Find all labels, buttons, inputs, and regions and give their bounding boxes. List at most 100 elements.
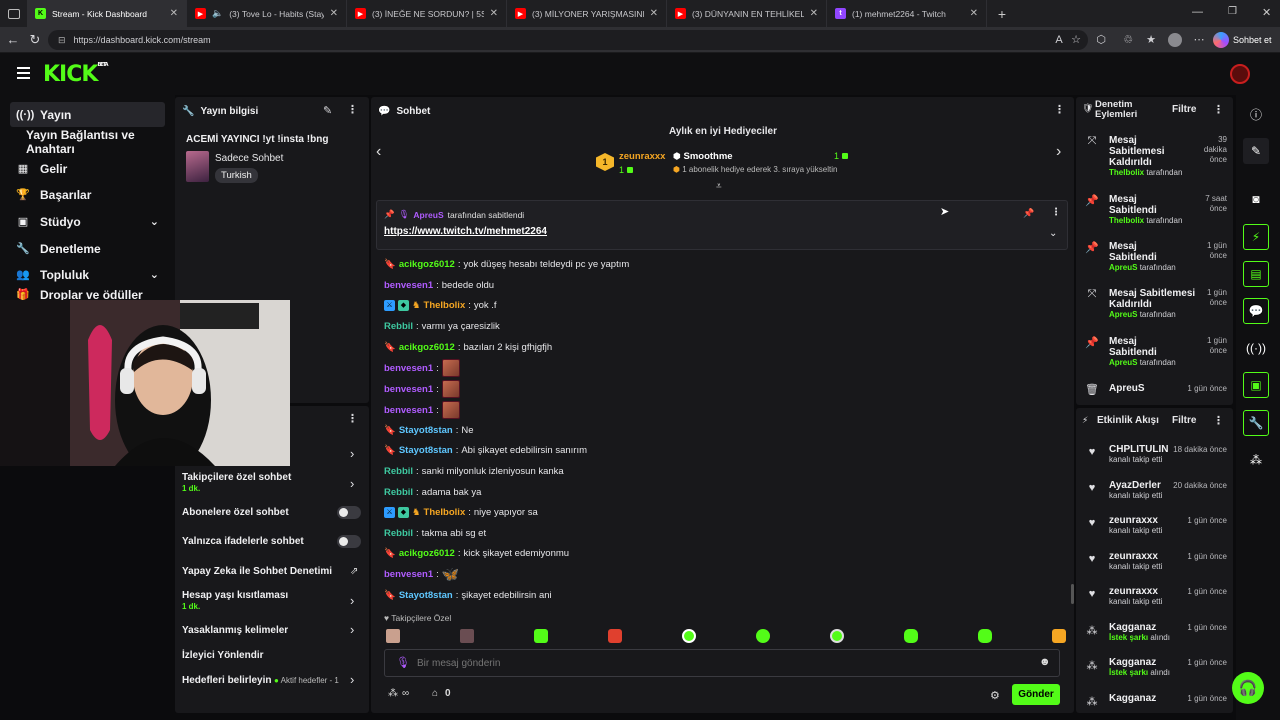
support-headset-button[interactable]: 🎧 <box>1232 672 1264 704</box>
close-tab-icon[interactable]: ✕ <box>490 8 498 19</box>
emote-icon[interactable] <box>756 629 770 643</box>
tab-actions-icon[interactable] <box>0 0 27 27</box>
new-tab-icon[interactable]: + <box>987 0 1017 27</box>
account-age-setting[interactable]: Hesap yaşı kısıtlaması 1 dk. <box>182 590 288 611</box>
more-options-icon[interactable]: ⋮ <box>347 412 358 425</box>
broadcast-signal-icon[interactable]: ((·)) <box>1243 335 1269 361</box>
tab-youtube-2[interactable]: ▶ (3) İNEĞE NE SORDUN? | 5Sriders ✕ <box>347 0 507 27</box>
external-link-icon[interactable]: ⇗ <box>350 566 358 577</box>
send-button[interactable]: Gönder <box>1012 684 1060 705</box>
emote-icon[interactable] <box>904 629 918 643</box>
minimize-icon[interactable]: — <box>1192 6 1203 18</box>
nav-item-studyo[interactable]: ▣ Stüdyo ⌄ <box>10 209 165 234</box>
chat-scrollbar[interactable] <box>1071 584 1074 604</box>
nav-item-basarilar[interactable]: 🏆 Başarılar <box>10 182 165 207</box>
close-tab-icon[interactable]: ✕ <box>810 8 818 19</box>
channel-points[interactable]: ⁂ ∞ <box>388 688 409 699</box>
store-button[interactable]: ⌂ 0 <box>432 688 451 699</box>
gifter1-name[interactable]: zeunraxxx <box>619 151 665 162</box>
viewer-redirect-setting[interactable]: İzleyici Yönlendir <box>182 650 264 661</box>
chevron-right-icon[interactable]: › <box>350 446 354 461</box>
chat-icon[interactable]: 💬 <box>1243 298 1269 324</box>
more-menu-icon[interactable]: ⋯ <box>1192 33 1206 47</box>
document-icon[interactable]: ▤ <box>1243 261 1269 287</box>
pinned-more-icon[interactable]: ⋮ <box>1051 207 1061 218</box>
emote-icon[interactable] <box>608 629 622 643</box>
ai-moderation-setting[interactable]: Yapay Zeka ile Sohbet Denetimi <box>182 566 332 577</box>
close-window-icon[interactable]: ✕ <box>1262 6 1271 19</box>
edit-icon[interactable]: ✎ <box>323 104 332 117</box>
nav-item-stream-key[interactable]: Yayın Bağlantısı ve Anahtarı <box>20 128 175 156</box>
emote-icon[interactable] <box>386 629 400 643</box>
more-options-icon[interactable]: ⋮ <box>347 103 358 116</box>
expand-chevron-icon[interactable]: ⌄ <box>1049 228 1057 239</box>
close-tab-icon[interactable]: ✕ <box>330 8 338 19</box>
emote-icon[interactable] <box>830 629 844 643</box>
info-icon[interactable]: ⓘ <box>1243 101 1269 127</box>
activity-filter-button[interactable]: Filtre <box>1172 415 1196 426</box>
followers-only-setting[interactable]: Takipçilere özel sohbet 1 dk. <box>182 472 291 493</box>
url-field[interactable]: ⊟ https://dashboard.kick.com/stream <box>48 30 1088 50</box>
tab-youtube-1[interactable]: ▶ 🔈 (3) Tove Lo - Habits (Stay Hig ✕ <box>187 0 347 27</box>
wrench-icon[interactable]: 🔧 <box>1243 410 1269 436</box>
gifter2-name[interactable]: ⬢ Smoothme <box>673 151 733 162</box>
close-tab-icon[interactable]: ✕ <box>170 8 178 19</box>
tab-kick-dashboard[interactable]: K Stream - Kick Dashboard ✕ <box>27 0 187 27</box>
tab-twitch[interactable]: t (1) mehmet2264 - Twitch ✕ <box>827 0 987 27</box>
collapse-down-icon[interactable]: ⩡ <box>716 181 722 192</box>
emoji-picker-icon[interactable]: ☻ <box>1039 656 1051 668</box>
subscribers-only-toggle[interactable] <box>337 506 361 519</box>
more-options-icon[interactable]: ⋮ <box>1054 103 1065 116</box>
mod-filter-button[interactable]: Filtre <box>1172 104 1196 115</box>
lightning-icon[interactable]: ⚡ <box>1243 224 1269 250</box>
emote-icon[interactable] <box>460 629 474 643</box>
favorite-star-icon[interactable]: ☆ <box>1069 33 1083 47</box>
layout-icon[interactable]: ▣ <box>1243 372 1269 398</box>
emote-icon[interactable] <box>1052 629 1066 643</box>
category-name[interactable]: Sadece Sohbet <box>215 153 283 164</box>
chevron-right-icon[interactable]: › <box>350 593 354 608</box>
chat-settings-gear-icon[interactable]: ⚙ <box>990 689 1000 702</box>
next-arrow-icon[interactable]: › <box>1056 143 1061 161</box>
close-tab-icon[interactable]: ✕ <box>650 8 658 19</box>
tab-youtube-4[interactable]: ▶ (3) DÜNYANIN EN TEHLİKELİ TREN ✕ <box>667 0 827 27</box>
apps-icon[interactable]: ⁂ <box>1243 447 1269 473</box>
pinned-link[interactable]: https://www.twitch.tv/mehmet2264 <box>384 226 547 237</box>
chat-input-box[interactable]: 🎙 ☻ <box>384 649 1060 677</box>
chevron-right-icon[interactable]: › <box>350 672 354 687</box>
user-avatar[interactable] <box>1230 64 1250 84</box>
performance-icon[interactable]: ♲ <box>1121 33 1135 47</box>
unpin-icon[interactable]: 📌 <box>1023 208 1034 219</box>
profile-avatar-icon[interactable] <box>1168 33 1182 47</box>
favorites-icon[interactable]: ★ <box>1144 33 1158 47</box>
nav-item-denetleme[interactable]: 🔧 Denetleme <box>10 236 165 261</box>
tab-youtube-3[interactable]: ▶ (3) MİLYONER YARIŞMASINI DOLA ✕ <box>507 0 667 27</box>
reload-icon[interactable]: ↻ <box>24 32 46 48</box>
more-options-icon[interactable]: ⋮ <box>1213 414 1224 427</box>
chat-input[interactable] <box>417 655 1017 671</box>
hamburger-menu-icon[interactable] <box>17 67 30 79</box>
close-tab-icon[interactable]: ✕ <box>970 8 978 19</box>
goals-setting[interactable]: Hedefleri belirleyin <box>182 675 271 686</box>
emotes-only-toggle[interactable] <box>337 535 361 548</box>
edit-pencil-icon[interactable]: ✎ <box>1243 138 1269 164</box>
chevron-right-icon[interactable]: › <box>350 476 354 491</box>
nav-item-topluluk[interactable]: 👥 Topluluk ⌄ <box>10 262 165 287</box>
maximize-icon[interactable]: ❐ <box>1228 6 1237 17</box>
more-options-icon[interactable]: ⋮ <box>1213 103 1224 116</box>
emote-icon[interactable] <box>978 629 992 643</box>
banned-words-setting[interactable]: Yasaklanmış kelimeler <box>182 625 288 636</box>
site-info-icon[interactable]: ⊟ <box>58 35 66 46</box>
nav-item-droplar[interactable]: 🎁 Droplar ve ödüller <box>10 288 165 300</box>
chevron-right-icon[interactable]: › <box>350 622 354 637</box>
category-thumbnail[interactable] <box>186 151 209 182</box>
emote-icon[interactable] <box>534 629 548 643</box>
camera-icon[interactable]: ◙ <box>1243 186 1269 212</box>
read-aloud-icon[interactable]: A <box>1052 33 1066 47</box>
nav-item-gelir[interactable]: ▦ Gelir <box>10 156 165 181</box>
prev-arrow-icon[interactable]: ‹ <box>376 143 381 161</box>
copilot-button[interactable]: Sohbet et <box>1213 31 1272 49</box>
nav-item-yayin[interactable]: ((·)) Yayın <box>10 102 165 127</box>
emote-icon[interactable] <box>682 629 696 643</box>
extensions-icon[interactable]: ⬡ <box>1094 33 1108 47</box>
